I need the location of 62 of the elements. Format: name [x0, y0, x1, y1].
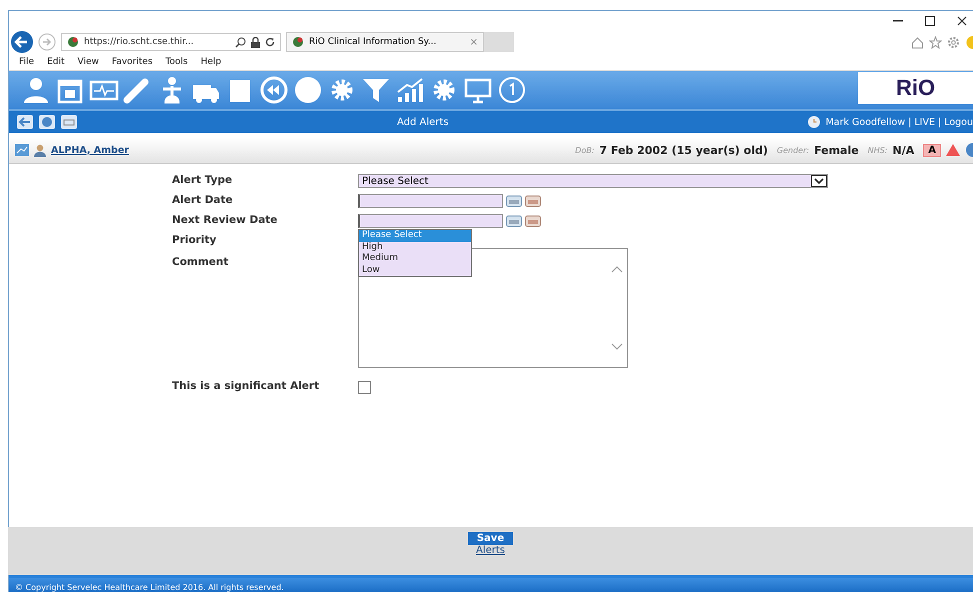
nhs-label: NHS:: [868, 146, 888, 154]
alert-type-dropdown[interactable]: Please Select: [358, 174, 828, 188]
menu-item[interactable]: Favorites: [112, 56, 153, 66]
save-button[interactable]: Save: [468, 532, 514, 545]
rewind-icon[interactable]: [259, 75, 289, 105]
patient-name-link[interactable]: ALPHA, Amber: [51, 144, 129, 156]
calendar-icon[interactable]: [525, 194, 541, 207]
gender-label: Gender:: [776, 146, 810, 154]
date-field[interactable]: [358, 194, 503, 208]
field-label: Priority: [172, 234, 218, 248]
settings-icon[interactable]: [947, 36, 960, 48]
rio-logo: RiO: [858, 72, 973, 104]
field-label: This is a significant Alert: [172, 380, 320, 394]
nhs-value: N/A: [892, 144, 914, 156]
dob-value: 7 Feb 2002 (15 year(s) old): [599, 144, 768, 156]
priority-listbox[interactable]: Please Select High Medium Low: [358, 229, 472, 277]
print-icon[interactable]: [61, 115, 77, 129]
page-title: Add Alerts: [397, 116, 450, 128]
dropdown-arrow-icon[interactable]: [811, 175, 827, 187]
maximize-icon[interactable]: [925, 16, 935, 26]
person-icon[interactable]: [21, 75, 51, 105]
address-bar[interactable]: https://rio.scht.cse.thir...: [61, 33, 281, 51]
calendar-icon[interactable]: [506, 214, 522, 227]
copyright-text: © Copyright Servelec Healthcare Limited 2016. All rights reserved.: [15, 583, 284, 592]
menu-item[interactable]: Edit: [47, 56, 64, 66]
calendar-icon[interactable]: [506, 194, 522, 207]
menu-item[interactable]: Help: [200, 56, 222, 66]
back-icon[interactable]: [11, 31, 33, 53]
site-icon: [67, 36, 79, 48]
person-icon: [34, 144, 46, 156]
gender-value: Female: [814, 144, 859, 156]
field-label: Alert Date: [172, 194, 234, 208]
lock-icon: [251, 36, 260, 48]
warning-icon[interactable]: [946, 144, 960, 156]
forward-icon[interactable]: [38, 33, 56, 51]
back-icon[interactable]: [17, 115, 33, 129]
search-icon[interactable]: [235, 36, 246, 48]
scroll-down-icon[interactable]: [611, 343, 623, 351]
field-label: Comment: [172, 256, 230, 270]
home-icon[interactable]: [911, 36, 924, 48]
menu-item[interactable]: Tools: [166, 56, 188, 66]
checkbox[interactable]: [358, 381, 371, 394]
field-label: Alert Type: [172, 174, 234, 188]
priority-option[interactable]: High: [359, 242, 471, 253]
menu-item[interactable]: View: [78, 56, 99, 66]
user-info: Mark Goodfellow | LIVE | Logou: [826, 116, 973, 128]
date-field[interactable]: [358, 214, 503, 228]
refresh-icon[interactable]: [265, 37, 275, 47]
priority-option[interactable]: Medium: [359, 253, 471, 264]
close-icon[interactable]: [957, 16, 967, 26]
star-icon[interactable]: [929, 36, 942, 48]
site-icon: [292, 36, 304, 48]
minimize-icon[interactable]: [893, 20, 903, 22]
dob-label: DoB:: [575, 146, 594, 154]
menu-item[interactable]: File: [19, 56, 34, 66]
alert-badge[interactable]: A: [923, 144, 941, 156]
priority-option[interactable]: Low: [359, 264, 471, 276]
browser-tab[interactable]: RiO Clinical Information Sy... ×: [286, 32, 484, 52]
alerts-link[interactable]: Alerts: [476, 545, 505, 556]
calendar-icon[interactable]: [525, 214, 541, 227]
scroll-up-icon[interactable]: [611, 265, 623, 273]
field-label: Next Review Date: [172, 214, 278, 228]
